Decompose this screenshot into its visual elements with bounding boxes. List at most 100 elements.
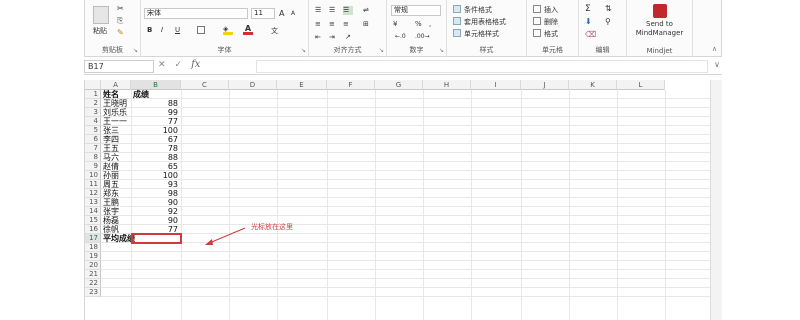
currency-icon[interactable]: ¥ (393, 20, 397, 28)
alignment-launcher-icon[interactable]: ↘ (379, 47, 384, 54)
score-cell[interactable]: 92 (133, 207, 180, 216)
row-header-17[interactable]: 17 (85, 234, 101, 243)
align-right-icon[interactable]: ≡ (343, 20, 349, 28)
score-cell[interactable]: 93 (133, 180, 180, 189)
collapse-ribbon-icon[interactable]: ∧ (712, 45, 717, 53)
number-launcher-icon[interactable]: ↘ (439, 47, 444, 54)
name-cell[interactable]: 杨磊 (103, 216, 130, 225)
column-header-e[interactable]: E (277, 80, 327, 90)
row-header-1[interactable]: 1 (85, 90, 101, 99)
name-cell[interactable]: 王晓明 (103, 99, 130, 108)
grow-font-button[interactable]: A (279, 9, 284, 18)
row-header-16[interactable]: 16 (85, 225, 101, 234)
send-to-label[interactable]: Send to (627, 20, 692, 28)
row-header-3[interactable]: 3 (85, 108, 101, 117)
format-painter-icon[interactable]: ✎ (117, 28, 124, 37)
column-header-i[interactable]: I (471, 80, 521, 90)
mindmanager-icon[interactable] (653, 4, 667, 18)
column-header-a[interactable]: A (101, 80, 131, 90)
name-cell[interactable]: 徐帆 (103, 225, 130, 234)
border-icon[interactable] (197, 26, 205, 34)
number-format-dropdown[interactable]: 常规 (391, 5, 441, 16)
row-header-14[interactable]: 14 (85, 207, 101, 216)
name-cell[interactable]: 王鹏 (103, 198, 130, 207)
score-cell[interactable]: 100 (133, 171, 180, 180)
score-cell[interactable]: 78 (133, 144, 180, 153)
column-header-f[interactable]: F (327, 80, 375, 90)
decrease-decimal-icon[interactable]: .00→ (415, 33, 430, 40)
vertical-scrollbar[interactable] (710, 80, 722, 320)
column-header-d[interactable]: D (229, 80, 277, 90)
column-header-g[interactable]: G (375, 80, 423, 90)
insert-function-icon[interactable]: fx (191, 59, 200, 70)
format-button[interactable]: 格式 (544, 29, 558, 39)
sort-filter-icon[interactable]: ⇅ (605, 4, 612, 13)
select-all-corner[interactable] (85, 80, 101, 90)
name-cell[interactable]: 王一一 (103, 117, 130, 126)
merge-center-icon[interactable]: ⊞ (363, 20, 369, 28)
row-header-12[interactable]: 12 (85, 189, 101, 198)
percent-button[interactable]: % (415, 20, 422, 28)
align-center-icon[interactable]: ≡ (329, 20, 335, 28)
fill-color-icon[interactable]: ◈ (223, 25, 233, 35)
confirm-icon[interactable]: ✓ (175, 60, 192, 70)
selected-cell-b17[interactable] (131, 233, 182, 244)
cancel-icon[interactable]: ✕ (158, 60, 175, 70)
row-header-15[interactable]: 15 (85, 216, 101, 225)
row-header-20[interactable]: 20 (85, 261, 101, 270)
italic-button[interactable]: I (161, 26, 163, 34)
clear-icon[interactable]: ⌫ (585, 30, 596, 39)
average-label-cell[interactable]: 平均成绩 (103, 234, 135, 243)
paste-icon[interactable] (93, 6, 109, 24)
row-header-23[interactable]: 23 (85, 288, 101, 297)
row-header-19[interactable]: 19 (85, 252, 101, 261)
score-cell[interactable]: 88 (133, 153, 180, 162)
font-launcher-icon[interactable]: ↘ (301, 47, 306, 54)
score-cell[interactable]: 88 (133, 99, 180, 108)
wrap-text-icon[interactable]: ⇌ (363, 6, 369, 14)
format-table-icon[interactable] (453, 17, 461, 25)
delete-icon[interactable] (533, 17, 541, 25)
find-select-icon[interactable]: ⚲ (605, 17, 611, 26)
phonetic-icon[interactable]: 文 (271, 26, 278, 36)
score-cell[interactable]: 98 (133, 189, 180, 198)
mindmanager-label[interactable]: MindManager (627, 29, 692, 37)
column-header-h[interactable]: H (423, 80, 471, 90)
score-cell[interactable]: 77 (133, 117, 180, 126)
orientation-icon[interactable]: ↗ (345, 33, 351, 41)
paste-label[interactable]: 粘贴 (93, 26, 107, 36)
row-header-13[interactable]: 13 (85, 198, 101, 207)
insert-button[interactable]: 插入 (544, 5, 558, 15)
fill-icon[interactable]: ⬇ (585, 17, 592, 26)
font-color-icon[interactable]: A (243, 24, 253, 35)
insert-icon[interactable] (533, 5, 541, 13)
align-left-icon[interactable]: ≡ (315, 20, 321, 28)
row-header-18[interactable]: 18 (85, 243, 101, 252)
row-header-11[interactable]: 11 (85, 180, 101, 189)
name-cell[interactable]: 张三 (103, 126, 130, 135)
row-header-8[interactable]: 8 (85, 153, 101, 162)
format-icon[interactable] (533, 29, 541, 37)
bold-button[interactable]: B (147, 26, 152, 34)
name-cell[interactable]: 周五 (103, 180, 130, 189)
row-header-2[interactable]: 2 (85, 99, 101, 108)
increase-indent-icon[interactable]: ⇥ (329, 33, 335, 41)
decrease-indent-icon[interactable]: ⇤ (315, 33, 321, 41)
clipboard-launcher-icon[interactable]: ↘ (133, 47, 138, 54)
comma-button[interactable]: , (429, 20, 431, 28)
row-header-6[interactable]: 6 (85, 135, 101, 144)
score-cell[interactable]: 99 (133, 108, 180, 117)
row-header-9[interactable]: 9 (85, 162, 101, 171)
column-header-k[interactable]: K (569, 80, 617, 90)
column-header-c[interactable]: C (181, 80, 229, 90)
align-top-icon[interactable]: ☰ (315, 6, 321, 14)
name-cell[interactable]: 马六 (103, 153, 130, 162)
column-header-j[interactable]: J (521, 80, 569, 90)
row-header-22[interactable]: 22 (85, 279, 101, 288)
score-cell[interactable]: 65 (133, 162, 180, 171)
column-header-l[interactable]: L (617, 80, 665, 90)
column-header-b[interactable]: B (131, 80, 181, 90)
score-cell[interactable]: 100 (133, 126, 180, 135)
format-table-button[interactable]: 套用表格格式 (464, 17, 506, 27)
copy-icon[interactable]: ⎘ (117, 16, 123, 26)
